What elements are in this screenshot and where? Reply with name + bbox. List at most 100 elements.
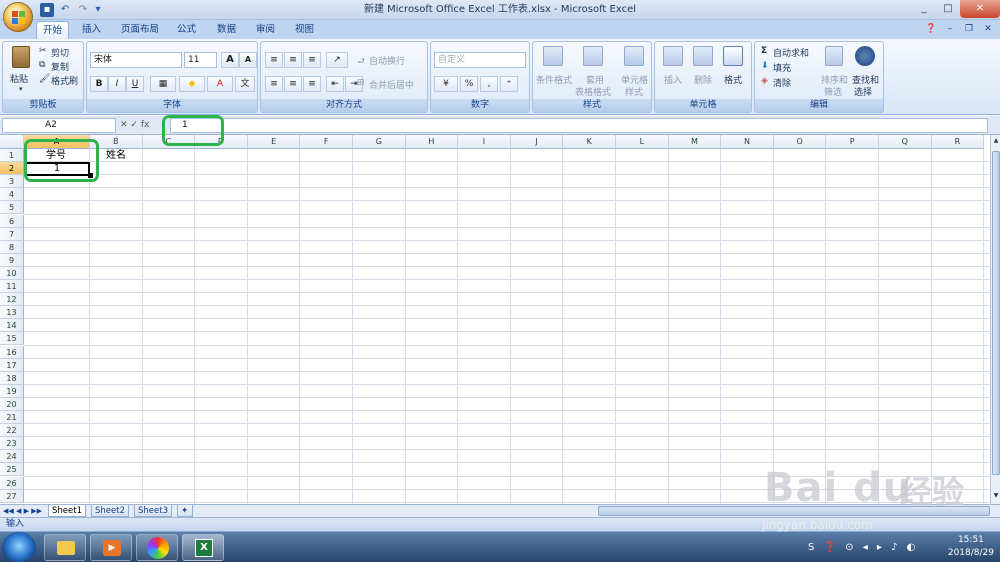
ribbon-close-icon[interactable]: ✕	[980, 22, 996, 36]
row-header-12[interactable]: 12	[0, 293, 24, 307]
delete-cells-icon[interactable]	[693, 46, 713, 66]
sheet-tab-1[interactable]: Sheet1	[48, 505, 86, 517]
tab-insert[interactable]: 插入	[76, 21, 107, 39]
format-cells-button[interactable]: 格式	[724, 73, 742, 86]
row-header-3[interactable]: 3	[0, 175, 24, 189]
row-header-20[interactable]: 20	[0, 397, 24, 411]
row-header-27[interactable]: 27	[0, 489, 24, 503]
row-header-5[interactable]: 5	[0, 201, 24, 215]
taskbar-media[interactable]: ▶	[90, 534, 132, 561]
tab-data[interactable]: 数据	[211, 21, 242, 39]
column-header-i[interactable]: I	[458, 135, 511, 149]
currency-icon[interactable]: ¥	[434, 76, 458, 92]
formula-input[interactable]: 1	[170, 118, 988, 133]
format-painter-button[interactable]: 格式刷	[51, 74, 78, 87]
insert-sheet-icon[interactable]: ✦	[177, 505, 193, 517]
fill-color-icon[interactable]: ◆	[179, 76, 205, 92]
align-right-icon[interactable]: ≡	[303, 76, 321, 92]
customize-qat-icon[interactable]: ▾	[94, 3, 102, 17]
table-format-icon[interactable]	[583, 46, 603, 66]
find-select-icon[interactable]	[855, 46, 875, 66]
row-header-1[interactable]: 1	[0, 149, 24, 162]
font-name-box[interactable]: 宋体	[90, 52, 182, 68]
row-header-14[interactable]: 14	[0, 319, 24, 333]
copy-button[interactable]: 复制	[51, 60, 69, 73]
maximize-button[interactable]: □	[936, 0, 960, 18]
ribbon-minimize-icon[interactable]: –	[942, 22, 958, 36]
horizontal-scrollbar[interactable]	[598, 506, 990, 516]
minimize-button[interactable]: _	[912, 0, 936, 18]
shrink-font-button[interactable]: A	[239, 52, 257, 68]
tab-page-layout[interactable]: 页面布局	[115, 21, 165, 39]
close-button[interactable]: ✕	[960, 0, 1000, 18]
ribbon-restore-icon[interactable]: ❐	[961, 22, 977, 36]
find-label2[interactable]: 选择	[854, 85, 872, 98]
insert-cells-icon[interactable]	[663, 46, 683, 66]
sort-filter-icon[interactable]	[825, 46, 843, 66]
wrap-text-button[interactable]: 自动换行	[369, 54, 405, 67]
taskbar-browser[interactable]	[136, 534, 178, 561]
column-header-g[interactable]: G	[353, 135, 406, 149]
row-header-9[interactable]: 9	[0, 253, 24, 267]
start-button[interactable]	[2, 532, 36, 562]
row-header-4[interactable]: 4	[0, 188, 24, 202]
border-icon[interactable]: ▦	[150, 76, 176, 92]
taskbar-excel[interactable]: X	[182, 534, 224, 561]
increase-decimal-icon[interactable]: ⁺	[500, 76, 518, 92]
delete-cells-button[interactable]: 删除	[694, 73, 712, 86]
conditional-format-icon[interactable]	[543, 46, 563, 66]
comma-button[interactable]: ,	[480, 76, 498, 92]
row-header-13[interactable]: 13	[0, 306, 24, 320]
scroll-up-icon[interactable]: ▲	[992, 137, 1000, 147]
cancel-entry-icon[interactable]: ✕	[120, 120, 128, 130]
enter-entry-icon[interactable]: ✓	[130, 120, 138, 130]
cell-b1[interactable]: 姓名	[106, 149, 126, 162]
font-color-icon[interactable]: A	[207, 76, 233, 92]
column-header-r[interactable]: R	[931, 135, 985, 149]
merge-center-button[interactable]: 合并后居中	[369, 78, 414, 91]
tab-review[interactable]: 审阅	[250, 21, 281, 39]
column-header-l[interactable]: L	[616, 135, 669, 149]
fill-button[interactable]: 填充	[773, 61, 791, 74]
select-all-corner[interactable]	[0, 135, 24, 149]
row-header-10[interactable]: 10	[0, 266, 24, 280]
row-header-23[interactable]: 23	[0, 437, 24, 451]
row-header-11[interactable]: 11	[0, 280, 24, 293]
row-header-24[interactable]: 24	[0, 450, 24, 464]
row-header-22[interactable]: 22	[0, 424, 24, 438]
sheet-nav-icons[interactable]: ◀◀ ◀ ▶ ▶▶	[3, 505, 42, 517]
underline-button[interactable]: U	[126, 76, 144, 92]
cut-button[interactable]: 剪切	[51, 46, 69, 59]
percent-button[interactable]: %	[460, 76, 478, 92]
column-header-k[interactable]: K	[563, 135, 616, 149]
align-bottom-icon[interactable]: ≡	[303, 52, 321, 68]
number-format-box[interactable]: 自定义	[434, 52, 526, 68]
sheet-tab-3[interactable]: Sheet3	[134, 505, 172, 517]
row-header-15[interactable]: 15	[0, 332, 24, 346]
column-header-e[interactable]: E	[247, 135, 301, 149]
grow-font-button[interactable]: A	[221, 52, 239, 68]
taskbar-explorer[interactable]	[44, 534, 86, 561]
insert-function-icon[interactable]: fx	[141, 120, 150, 130]
paste-dropdown-icon[interactable]: ▾	[19, 85, 23, 93]
tab-view[interactable]: 视图	[289, 21, 320, 39]
autosum-button[interactable]: 自动求和	[773, 46, 809, 59]
phonetic-icon[interactable]: 文	[235, 76, 255, 92]
column-header-p[interactable]: P	[826, 135, 879, 149]
row-header-19[interactable]: 19	[0, 384, 24, 398]
paste-icon[interactable]	[12, 46, 30, 68]
redo-icon[interactable]: ↷	[76, 3, 90, 17]
conditional-format-button[interactable]: 条件格式	[536, 73, 572, 86]
row-header-18[interactable]: 18	[0, 371, 24, 385]
orientation-icon[interactable]: ↗	[326, 52, 348, 68]
format-cells-icon[interactable]	[723, 46, 743, 66]
italic-button[interactable]: I	[108, 76, 126, 92]
row-header-26[interactable]: 26	[0, 476, 24, 490]
help-icon[interactable]: ❓	[923, 22, 939, 36]
clock[interactable]: 15:51 2018/8/29	[948, 534, 994, 560]
row-header-6[interactable]: 6	[0, 214, 24, 228]
row-header-8[interactable]: 8	[0, 240, 24, 254]
column-header-f[interactable]: F	[300, 135, 353, 149]
cell-style-label2[interactable]: 样式	[625, 85, 643, 98]
insert-cells-button[interactable]: 插入	[664, 73, 682, 86]
